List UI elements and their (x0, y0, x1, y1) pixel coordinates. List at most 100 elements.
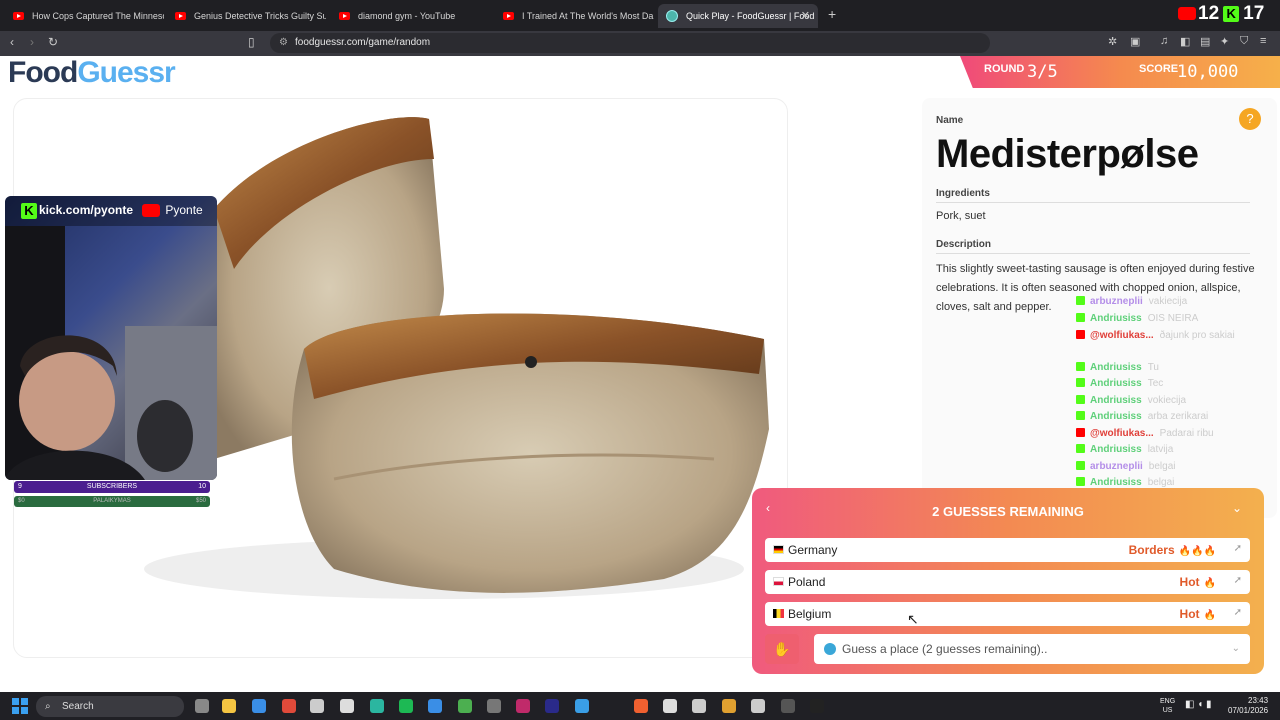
menu-icon[interactable]: ≡ (1260, 35, 1266, 47)
locate-button[interactable]: ✋ (765, 634, 799, 664)
snipping-icon[interactable] (310, 699, 324, 713)
leo-icon[interactable]: ✦ (1220, 35, 1229, 48)
app3-icon[interactable] (487, 699, 501, 713)
kick-icon (1076, 411, 1085, 420)
subscribers-bar: 9 SUBSCRIBERS 10 (14, 481, 210, 493)
system-tray-icons[interactable]: ◧ ◖ ▮ (1185, 699, 1212, 710)
edge-icon[interactable] (370, 699, 384, 713)
chat-text: arba zerikarai (1147, 411, 1209, 422)
kick-icon: K (1223, 5, 1240, 22)
guess-country: Poland (788, 575, 826, 589)
kick-icon (1076, 313, 1085, 322)
chat-username: Andriusiss (1090, 444, 1142, 455)
tab-3[interactable]: diamond gym - YouTube (330, 4, 490, 28)
tab-4[interactable]: I Trained At The World's Most Dange (494, 4, 654, 28)
app4-icon[interactable] (575, 699, 589, 713)
guesses-remaining-title: 2 GUESSES REMAINING (932, 504, 1084, 519)
chat-message: Andriusiss OIS NEIRA (1076, 313, 1198, 324)
reload-icon[interactable]: ↻ (48, 35, 58, 49)
task-view-icon[interactable] (195, 699, 209, 713)
app7-icon[interactable] (722, 699, 736, 713)
spotify-icon[interactable] (399, 699, 413, 713)
search-icon: ⌕ (45, 701, 51, 712)
wallet-icon[interactable]: ▤ (1200, 35, 1210, 48)
close-tab-icon[interactable]: ✕ (801, 4, 810, 28)
guess-panel: ‹ 2 GUESSES REMAINING ⌄ Germany Borders 🔥🔥… (752, 488, 1264, 674)
chat-text: Tec (1147, 378, 1164, 389)
youtube-icon (1076, 330, 1085, 339)
description-label: Description (936, 239, 992, 250)
kick-icon (1076, 461, 1085, 470)
bookmark-icon[interactable]: ▯ (248, 35, 255, 49)
streamer-webcam: Kkick.com/pyonte Pyonte (5, 196, 217, 480)
address-bar[interactable]: ⚙ foodguessr.com/game/random (270, 33, 990, 53)
chat-message: Andriusiss Tec (1076, 378, 1163, 389)
file-explorer-icon[interactable] (222, 699, 236, 713)
site-info-icon[interactable]: ⚙ (279, 33, 288, 53)
score-label: SCORE (1139, 63, 1179, 75)
flag-icon (773, 545, 784, 554)
result-label: Hot (1179, 575, 1200, 589)
brave-icon[interactable] (634, 699, 648, 713)
foodguessr-logo[interactable]: FoodGuessr (8, 56, 176, 90)
app6-icon[interactable] (692, 699, 706, 713)
guess-result: Hot 🔥 (1180, 575, 1216, 589)
app-icon[interactable] (340, 699, 354, 713)
kick-handle: Kkick.com/pyonte (21, 203, 133, 219)
kick-icon (1076, 395, 1085, 404)
tab-1[interactable]: How Cops Captured The Minnesota (4, 4, 164, 28)
app9-icon[interactable] (810, 699, 824, 713)
kick-icon (1076, 378, 1085, 387)
youtube-icon (13, 12, 24, 20)
browser-tab-bar: How Cops Captured The Minnesota Genius D… (0, 0, 1280, 31)
result-label: Hot (1179, 607, 1200, 621)
forward-icon[interactable]: › (30, 35, 34, 49)
chevron-down-icon[interactable]: ⌄ (1232, 634, 1240, 664)
chevron-down-icon[interactable]: ⌄ (1232, 501, 1242, 515)
chat-username: Andriusiss (1090, 477, 1142, 488)
guess-row[interactable]: Germany Borders 🔥🔥🔥 ➚ (765, 538, 1250, 562)
direction-arrow-icon: ➚ (1233, 543, 1242, 554)
app2-icon[interactable] (458, 699, 472, 713)
extensions-icon[interactable]: ✲ (1108, 35, 1117, 48)
language-indicator[interactable]: ENG US (1160, 697, 1175, 715)
result-label: Borders (1128, 543, 1175, 557)
flag-icon (773, 577, 784, 586)
chat-text: vokiecija (1147, 395, 1187, 406)
photos-icon[interactable] (428, 699, 442, 713)
media-icon[interactable]: ♫ (1160, 35, 1168, 47)
guess-input[interactable]: Guess a place (2 guesses remaining).. ⌄ (814, 634, 1250, 664)
guess-row[interactable]: Poland Hot 🔥 ➚ (765, 570, 1250, 594)
new-tab-icon[interactable]: + (828, 6, 836, 22)
chat-message: Andriusiss vokiecija (1076, 395, 1186, 406)
davinci-icon[interactable] (516, 699, 530, 713)
app5-icon[interactable] (663, 699, 677, 713)
guess-row[interactable]: Belgium Hot 🔥 ➚ (765, 602, 1250, 626)
obs-icon[interactable] (781, 699, 795, 713)
vpn-icon[interactable]: ⛉ (1240, 35, 1248, 48)
chat-text: belgai (1147, 477, 1175, 488)
chat-text: Padarai ribu (1159, 428, 1214, 439)
premiere-icon[interactable] (545, 699, 559, 713)
help-icon[interactable]: ? (1239, 108, 1261, 130)
screenshot-icon[interactable]: ▣ (1130, 35, 1140, 48)
direction-arrow-icon: ➚ (1233, 575, 1242, 586)
round-score-bar: ROUND 3/5 SCORE 10,000 (960, 56, 1280, 88)
taskbar-search[interactable]: ⌕ Search (36, 696, 184, 717)
back-icon[interactable]: ‹ (10, 35, 14, 49)
taskbar-clock[interactable]: 23:43 07/01/2026 (1228, 696, 1268, 716)
sidebar-icon[interactable]: ◧ (1180, 35, 1190, 48)
chat-username: Andriusiss (1090, 362, 1142, 373)
chat-message: arbuzneplii belgai (1076, 461, 1176, 472)
chrome-icon[interactable] (282, 699, 296, 713)
hand-icon: ✋ (773, 641, 791, 657)
chat-username: @wolfiukas... (1090, 330, 1154, 341)
divider (936, 253, 1250, 254)
flag-icon (773, 609, 784, 618)
app8-icon[interactable] (751, 699, 765, 713)
tab-foodguessr[interactable]: Quick Play - FoodGuessr | Food ✕ (658, 4, 818, 28)
tab-2[interactable]: Genius Detective Tricks Guilty Suspec (166, 4, 326, 28)
store-icon[interactable] (252, 699, 266, 713)
windows-start-icon[interactable] (12, 698, 28, 714)
guess-result: Hot 🔥 (1180, 607, 1216, 621)
